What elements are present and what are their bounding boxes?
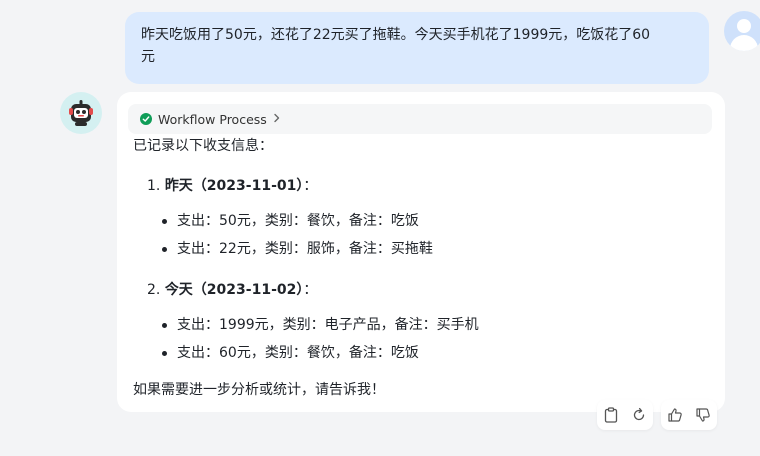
user-message-row: 昨天吃饭用了50元，还花了22元买了拖鞋。今天买手机花了1999元，吃饭花了60… — [0, 0, 760, 90]
section-title: 昨天（2023-11-01） — [164, 178, 304, 194]
list-item: 支出：22元，类别：服饰，备注：买拖鞋 — [162, 241, 433, 257]
list-item: 支出：60元，类别：餐饮，备注：吃饭 — [162, 345, 419, 361]
message-actions-left — [597, 400, 653, 430]
section-suffix: ： — [303, 282, 318, 298]
message-actions-right — [661, 400, 717, 430]
section-number: 1. — [147, 178, 161, 194]
refresh-icon[interactable] — [630, 406, 648, 424]
assistant-message-card: Workflow Process 已记录以下收支信息： 1. 昨天（2023-1… — [117, 92, 725, 412]
workflow-process-toggle[interactable]: Workflow Process — [128, 104, 712, 134]
clipboard-icon[interactable] — [602, 406, 620, 424]
chevron-right-icon — [273, 112, 281, 126]
user-avatar[interactable] — [724, 11, 760, 51]
user-avatar-head-icon — [737, 19, 751, 33]
list-item: 支出：1999元，类别：电子产品，备注：买手机 — [162, 317, 479, 333]
thumbs-up-icon[interactable] — [666, 406, 684, 424]
section-heading-yesterday: 1. 昨天（2023-11-01）： — [147, 176, 317, 196]
check-circle-icon — [140, 113, 152, 125]
thumbs-down-icon[interactable] — [694, 406, 712, 424]
user-message-line-1: 昨天吃饭用了50元，还花了22元买了拖鞋。今天买手机花了1999元，吃饭花了60 — [141, 27, 651, 43]
robot-icon — [69, 100, 93, 126]
assistant-closing-text: 如果需要进一步分析或统计，请告诉我！ — [133, 382, 385, 398]
section-heading-today: 2. 今天（2023-11-02）： — [147, 280, 317, 300]
workflow-process-label: Workflow Process — [158, 111, 267, 127]
section-title: 今天（2023-11-02） — [164, 282, 304, 298]
user-message-bubble: 昨天吃饭用了50元，还花了22元买了拖鞋。今天买手机花了1999元，吃饭花了60… — [125, 12, 709, 84]
assistant-intro-text: 已记录以下收支信息： — [133, 138, 273, 154]
list-item: 支出：50元，类别：餐饮，备注：吃饭 — [162, 213, 419, 229]
section-suffix: ： — [303, 178, 318, 194]
bot-avatar[interactable] — [60, 92, 102, 134]
user-message-line-2: 元 — [141, 49, 155, 65]
section-number: 2. — [147, 282, 161, 298]
user-avatar-body-icon — [730, 35, 758, 51]
